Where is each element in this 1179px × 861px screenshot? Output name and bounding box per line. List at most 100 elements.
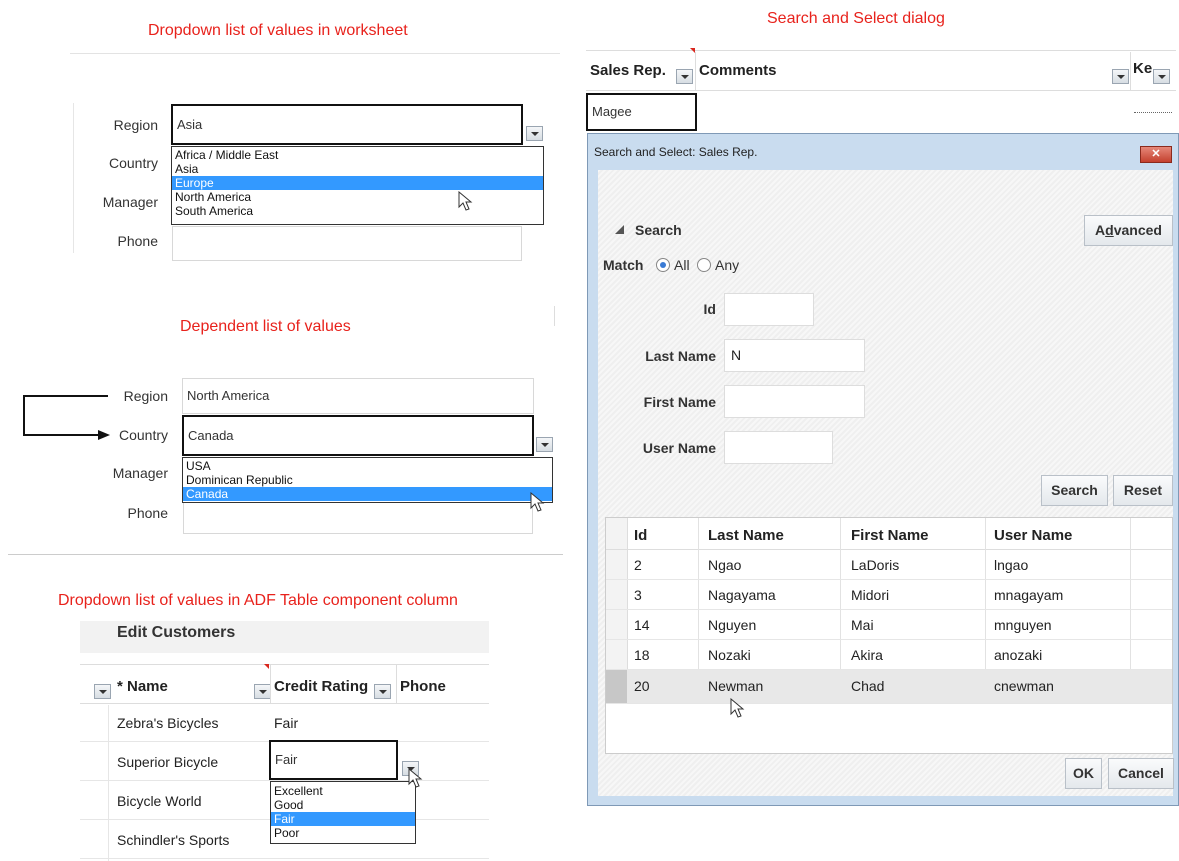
result-first-name-cell[interactable]: Midori: [851, 587, 889, 603]
customer-name-cell[interactable]: Bicycle World: [117, 793, 202, 809]
customer-name-cell[interactable]: Superior Bicycle: [117, 754, 218, 770]
dep-country-dropdown-button[interactable]: [536, 437, 553, 452]
credit-rating-field-active[interactable]: Fair: [269, 740, 398, 780]
result-last-name-cell[interactable]: Ngao: [708, 557, 741, 573]
ke-column-header[interactable]: Ke: [1133, 60, 1152, 77]
name-column-sort-button[interactable]: [254, 684, 271, 699]
credit-option[interactable]: Good: [271, 798, 415, 812]
results-col-first-name[interactable]: First Name: [851, 527, 929, 544]
sales-rep-column-header[interactable]: Sales Rep.: [590, 62, 666, 79]
ke-cell-value: [1134, 112, 1172, 114]
adf-row-header-filter-button[interactable]: [94, 684, 111, 699]
ke-sort-button[interactable]: [1153, 69, 1170, 84]
result-last-name-cell[interactable]: Nguyen: [708, 617, 756, 633]
worksheet-gridline: [73, 103, 74, 253]
result-user-name-cell[interactable]: mnagayam: [994, 587, 1063, 603]
dep-manager-label: Manager: [112, 465, 168, 481]
result-id-cell[interactable]: 20: [634, 678, 650, 694]
results-col-user-name[interactable]: User Name: [994, 527, 1072, 544]
region-option[interactable]: North America: [172, 190, 543, 204]
results-col-id[interactable]: Id: [634, 527, 647, 544]
region-option[interactable]: Africa / Middle East: [172, 148, 543, 162]
adf-row-header-line: [108, 705, 109, 861]
region-option-selected[interactable]: Europe: [172, 176, 543, 190]
separator-line: [554, 306, 555, 326]
results-row-selected[interactable]: [606, 670, 1172, 703]
customer-name-cell[interactable]: Schindler's Sports: [117, 832, 229, 848]
result-user-name-cell[interactable]: lngao: [994, 557, 1028, 573]
phone-field[interactable]: [172, 226, 522, 261]
name-column-header[interactable]: * Name: [117, 678, 168, 695]
dep-phone-field[interactable]: [183, 500, 533, 534]
region-field[interactable]: Asia: [171, 104, 523, 145]
credit-rating-column-header[interactable]: Credit Rating: [274, 678, 368, 695]
dep-region-label: Region: [123, 388, 168, 404]
mouse-cursor-icon: [530, 492, 545, 512]
search-section-title: Search and Select dialog: [767, 10, 945, 27]
result-first-name-cell[interactable]: Akira: [851, 647, 883, 663]
result-id-cell[interactable]: 3: [634, 587, 642, 603]
edit-customers-title: Edit Customers: [117, 624, 236, 641]
manager-label: Manager: [102, 194, 158, 210]
credit-option-selected[interactable]: Fair: [271, 812, 415, 826]
last-name-input[interactable]: N: [724, 339, 865, 372]
dialog-close-button[interactable]: ✕: [1140, 146, 1172, 163]
country-option[interactable]: Dominican Republic: [183, 473, 552, 487]
collapse-triangle-icon[interactable]: [615, 225, 624, 234]
phone-label: Phone: [117, 233, 158, 249]
country-label: Country: [108, 155, 158, 171]
result-id-cell[interactable]: 18: [634, 647, 650, 663]
customer-name-cell[interactable]: Zebra's Bicycles: [117, 715, 218, 731]
credit-option[interactable]: Poor: [271, 826, 415, 840]
reset-button[interactable]: Reset: [1113, 475, 1173, 506]
result-user-name-cell[interactable]: mnguyen: [994, 617, 1052, 633]
advanced-button[interactable]: Advanced: [1084, 215, 1173, 246]
advanced-access-key: d: [1105, 222, 1114, 238]
result-first-name-cell[interactable]: LaDoris: [851, 557, 899, 573]
region-option[interactable]: South America: [172, 204, 543, 218]
cancel-button[interactable]: Cancel: [1108, 758, 1174, 789]
phone-column-header[interactable]: Phone: [400, 678, 446, 695]
result-user-name-cell[interactable]: cnewman: [994, 678, 1054, 694]
dep-country-field[interactable]: Canada: [182, 415, 534, 456]
match-any-radio[interactable]: [697, 258, 711, 272]
results-row-line: [606, 609, 1172, 610]
search-section-header[interactable]: Search: [635, 222, 682, 238]
result-id-cell[interactable]: 2: [634, 557, 642, 573]
dep-phone-label: Phone: [127, 505, 168, 521]
search-button[interactable]: Search: [1041, 475, 1108, 506]
region-option[interactable]: Asia: [172, 162, 543, 176]
worksheet-divider: [70, 53, 560, 54]
credit-option[interactable]: Excellent: [271, 784, 415, 798]
results-header-line: [606, 549, 1172, 550]
adf-header-bottom-line: [80, 703, 489, 704]
sales-rep-sort-button[interactable]: [676, 69, 693, 84]
id-input[interactable]: [724, 293, 814, 326]
results-col-last-name[interactable]: Last Name: [708, 527, 784, 544]
comments-sort-button[interactable]: [1112, 69, 1129, 84]
result-last-name-cell[interactable]: Newman: [708, 678, 763, 694]
result-id-cell[interactable]: 14: [634, 617, 650, 633]
credit-column-sort-button[interactable]: [374, 684, 391, 699]
adf-row-line: [80, 858, 489, 859]
result-first-name-cell[interactable]: Mai: [851, 617, 874, 633]
dep-region-field[interactable]: North America: [182, 378, 534, 414]
region-label: Region: [113, 117, 158, 133]
region-dropdown-button[interactable]: [526, 126, 543, 141]
comments-column-header[interactable]: Comments: [699, 62, 777, 79]
first-name-input[interactable]: [724, 385, 865, 418]
match-all-radio[interactable]: [656, 258, 670, 272]
result-last-name-cell[interactable]: Nozaki: [708, 647, 751, 663]
credit-rating-cell[interactable]: Fair: [274, 715, 298, 731]
grid-header-bottom-line: [586, 90, 1176, 91]
dependent-section-title: Dependent list of values: [180, 318, 351, 335]
country-option[interactable]: USA: [183, 459, 552, 473]
result-last-name-cell[interactable]: Nagayama: [708, 587, 776, 603]
result-first-name-cell[interactable]: Chad: [851, 678, 884, 694]
ok-button[interactable]: OK: [1065, 758, 1102, 789]
credit-rating-dropdown-list: Excellent Good Fair Poor: [270, 781, 416, 844]
country-option-selected[interactable]: Canada: [183, 487, 552, 501]
result-user-name-cell[interactable]: anozaki: [994, 647, 1042, 663]
user-name-input[interactable]: [724, 431, 833, 464]
sales-rep-field[interactable]: Magee: [586, 93, 697, 131]
